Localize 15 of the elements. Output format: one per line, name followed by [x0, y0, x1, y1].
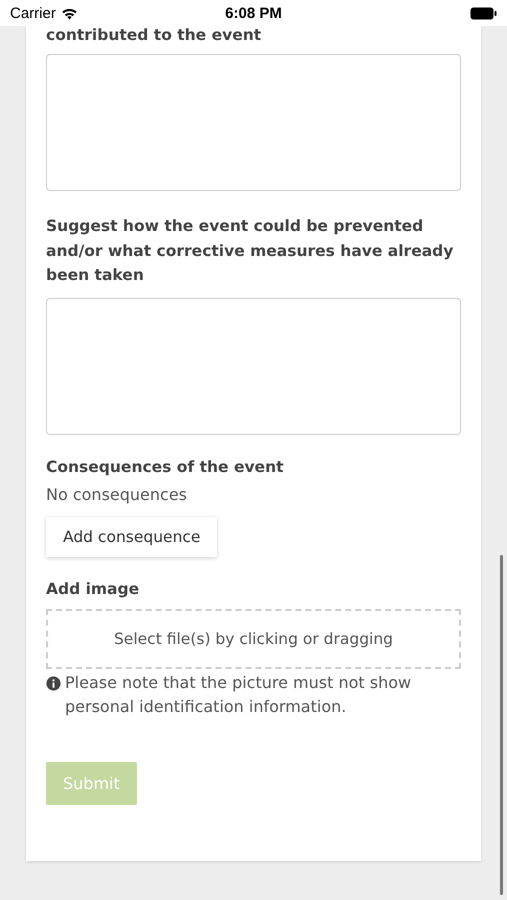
text-area[interactable]: [46, 298, 461, 434]
carrier-label: Carrier: [10, 4, 56, 22]
wifi-icon: [60, 6, 78, 20]
text-area[interactable]: [46, 54, 461, 191]
field-label: Suggest how the event could be prevented and/or what corrective measures have already been taken: [46, 216, 454, 286]
field-label: contributed to the event: [46, 26, 262, 44]
add-consequence-button[interactable]: Add consequence: [46, 517, 218, 557]
battery-icon: [470, 6, 497, 20]
note-text: Please note that the picture must not show personal identification information.: [65, 672, 412, 718]
empty-text: No consequences: [46, 485, 188, 504]
section-label: Consequences of the event: [46, 456, 285, 478]
info-icon: [46, 676, 61, 690]
clock-time: 6:08 PM: [225, 4, 282, 22]
file-dropzone[interactable]: Select file(s) by clicking or dragging: [46, 608, 461, 668]
section-label: Add image: [46, 579, 140, 600]
